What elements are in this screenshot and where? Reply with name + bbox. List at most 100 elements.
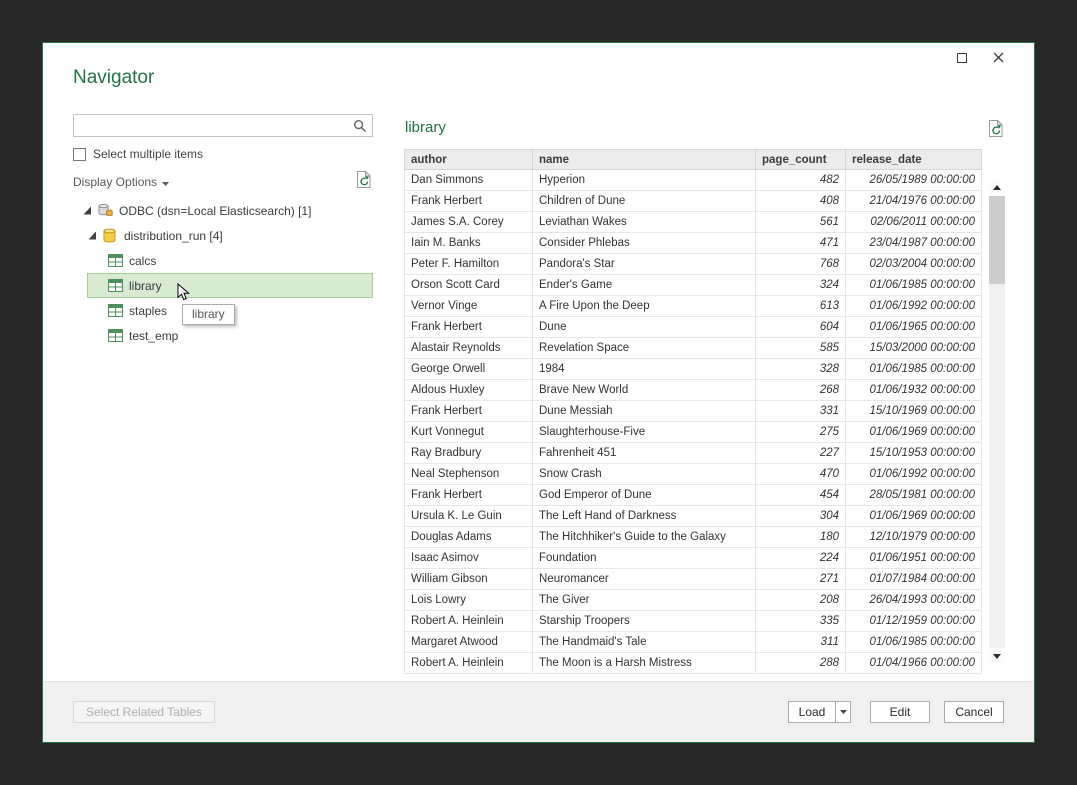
- cell-author: Iain M. Banks: [405, 233, 533, 254]
- scrollbar-thumb[interactable]: [989, 196, 1005, 284]
- select-multiple-label: Select multiple items: [93, 147, 203, 161]
- tree-item-library[interactable]: library: [73, 273, 373, 298]
- cell-release_date: 01/12/1959 00:00:00: [846, 611, 982, 632]
- tree-item-test-emp[interactable]: test_emp: [73, 323, 373, 348]
- close-button[interactable]: [984, 48, 1012, 70]
- cell-author: George Orwell: [405, 359, 533, 380]
- preview-pane: library authornamepage_countrelease_date…: [404, 119, 1005, 679]
- table-row: Robert A. HeinleinThe Moon is a Harsh Mi…: [405, 653, 982, 674]
- cell-author: Robert A. Heinlein: [405, 653, 533, 674]
- tree-item-label: ODBC (dsn=Local Elasticsearch) [1]: [119, 204, 311, 218]
- select-multiple-row[interactable]: Select multiple items: [73, 147, 203, 161]
- cell-author: Douglas Adams: [405, 527, 533, 548]
- cell-name: Brave New World: [533, 380, 756, 401]
- cell-author: Aldous Huxley: [405, 380, 533, 401]
- cell-page_count: 331: [756, 401, 846, 422]
- column-header-page_count: page_count: [756, 150, 846, 170]
- load-button[interactable]: Load: [788, 701, 836, 723]
- table-row: Peter F. HamiltonPandora's Star76802/03/…: [405, 254, 982, 275]
- table-icon: [108, 304, 129, 317]
- tree-item-label: distribution_run [4]: [124, 229, 223, 243]
- cell-name: Pandora's Star: [533, 254, 756, 275]
- cell-page_count: 328: [756, 359, 846, 380]
- cell-release_date: 28/05/1981 00:00:00: [846, 485, 982, 506]
- table-icon: [108, 254, 129, 267]
- cell-name: Foundation: [533, 548, 756, 569]
- table-row: Douglas AdamsThe Hitchhiker's Guide to t…: [405, 527, 982, 548]
- cell-name: Snow Crash: [533, 464, 756, 485]
- column-header-name: name: [533, 150, 756, 170]
- cell-name: Consider Phlebas: [533, 233, 756, 254]
- cell-name: Hyperion: [533, 170, 756, 191]
- table-row: Frank HerbertGod Emperor of Dune45428/05…: [405, 485, 982, 506]
- cell-page_count: 335: [756, 611, 846, 632]
- table-row: Ray BradburyFahrenheit 45122715/10/1953 …: [405, 443, 982, 464]
- tree-item-odbc-dsn-local-elasticsearch-1[interactable]: ODBC (dsn=Local Elasticsearch) [1]: [73, 198, 373, 223]
- cell-page_count: 324: [756, 275, 846, 296]
- cell-author: Isaac Asimov: [405, 548, 533, 569]
- cell-name: The Hitchhiker's Guide to the Galaxy: [533, 527, 756, 548]
- navigation-tree: ODBC (dsn=Local Elasticsearch) [1] distri…: [73, 198, 373, 348]
- cell-page_count: 604: [756, 317, 846, 338]
- cell-release_date: 01/06/1932 00:00:00: [846, 380, 982, 401]
- cancel-button[interactable]: Cancel: [944, 701, 1004, 723]
- select-multiple-checkbox[interactable]: [73, 148, 86, 161]
- cell-name: Ender's Game: [533, 275, 756, 296]
- tree-item-label: test_emp: [129, 329, 178, 343]
- cell-author: Lois Lowry: [405, 590, 533, 611]
- tree-item-label: library: [129, 279, 162, 293]
- cell-release_date: 02/03/2004 00:00:00: [846, 254, 982, 275]
- expand-arrow-icon[interactable]: [83, 206, 98, 215]
- cell-release_date: 01/06/1985 00:00:00: [846, 632, 982, 653]
- cell-release_date: 15/03/2000 00:00:00: [846, 338, 982, 359]
- table-row: Margaret AtwoodThe Handmaid's Tale31101/…: [405, 632, 982, 653]
- vertical-scrollbar[interactable]: [989, 179, 1005, 665]
- cell-page_count: 275: [756, 422, 846, 443]
- cell-author: Neal Stephenson: [405, 464, 533, 485]
- cell-release_date: 21/04/1976 00:00:00: [846, 191, 982, 212]
- maximize-icon: [957, 50, 967, 68]
- cell-name: 1984: [533, 359, 756, 380]
- display-options-dropdown[interactable]: Display Options: [73, 175, 169, 189]
- window-controls: [948, 48, 1012, 70]
- load-dropdown-button[interactable]: [835, 701, 851, 723]
- maximize-button[interactable]: [948, 48, 976, 70]
- cell-name: God Emperor of Dune: [533, 485, 756, 506]
- preview-table: authornamepage_countrelease_date Dan Sim…: [404, 149, 982, 674]
- refresh-preview-icon[interactable]: [988, 119, 1005, 143]
- preview-title: library: [405, 119, 446, 136]
- edit-button[interactable]: Edit: [870, 701, 930, 723]
- scroll-up-icon[interactable]: [989, 179, 1005, 196]
- navigator-dialog: Navigator Select multiple items Display …: [42, 42, 1035, 743]
- footer-buttons: Load Edit Cancel: [788, 701, 1004, 723]
- cell-author: James S.A. Corey: [405, 212, 533, 233]
- table-row: Dan SimmonsHyperion48226/05/1989 00:00:0…: [405, 170, 982, 191]
- cell-author: Frank Herbert: [405, 485, 533, 506]
- cell-name: Dune Messiah: [533, 401, 756, 422]
- cell-page_count: 768: [756, 254, 846, 275]
- cell-release_date: 12/10/1979 00:00:00: [846, 527, 982, 548]
- tree-item-label: staples: [129, 304, 167, 318]
- cell-release_date: 26/04/1993 00:00:00: [846, 590, 982, 611]
- cell-name: Dune: [533, 317, 756, 338]
- dialog-title: Navigator: [73, 67, 154, 89]
- cell-name: Slaughterhouse-Five: [533, 422, 756, 443]
- cell-name: Leviathan Wakes: [533, 212, 756, 233]
- table-row: Aldous HuxleyBrave New World26801/06/193…: [405, 380, 982, 401]
- cell-name: Children of Dune: [533, 191, 756, 212]
- refresh-tree-icon[interactable]: [356, 170, 373, 194]
- display-options-label: Display Options: [73, 175, 157, 189]
- search-input[interactable]: [74, 115, 348, 136]
- tree-item-calcs[interactable]: calcs: [73, 248, 373, 273]
- cell-page_count: 288: [756, 653, 846, 674]
- search-icon[interactable]: [348, 119, 372, 133]
- tree-item-distribution-run-4[interactable]: distribution_run [4]: [73, 223, 373, 248]
- scroll-down-icon[interactable]: [989, 648, 1005, 665]
- cell-name: The Handmaid's Tale: [533, 632, 756, 653]
- cell-author: William Gibson: [405, 569, 533, 590]
- cell-author: Frank Herbert: [405, 401, 533, 422]
- cell-page_count: 268: [756, 380, 846, 401]
- cell-name: The Moon is a Harsh Mistress: [533, 653, 756, 674]
- expand-arrow-icon[interactable]: [88, 231, 103, 240]
- table-row: Kurt VonnegutSlaughterhouse-Five27501/06…: [405, 422, 982, 443]
